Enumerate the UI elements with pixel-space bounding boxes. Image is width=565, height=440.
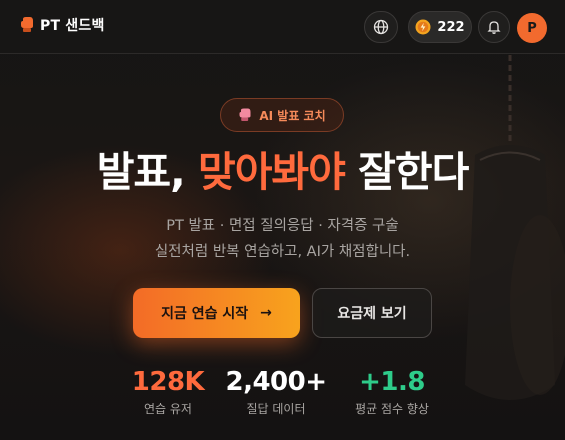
ai-coach-badge: AI 발표 코치 — [220, 98, 344, 132]
avatar[interactable]: P — [517, 13, 547, 43]
start-practice-label: 지금 연습 시작 — [161, 306, 249, 322]
coin-count: 222 — [437, 19, 465, 35]
stat-score-improvement-value: +1.8 — [359, 367, 425, 397]
view-pricing-label: 요금제 보기 — [337, 306, 407, 322]
language-button[interactable] — [364, 11, 398, 43]
coin-balance-button[interactable]: 222 — [408, 11, 472, 43]
stat-users: 128K 연습 유저 — [118, 366, 218, 417]
stat-users-label: 연습 유저 — [144, 402, 192, 416]
headline-accent: 맞아봐야 — [197, 148, 346, 196]
headline-part2: 잘한다 — [344, 148, 469, 196]
stat-qa-data-value: 2,400+ — [225, 367, 327, 397]
badge-label: AI 발표 코치 — [259, 108, 326, 123]
logo[interactable]: PT 샌드백 — [20, 15, 105, 35]
stat-users-value: 128K — [131, 367, 205, 397]
view-pricing-button[interactable]: 요금제 보기 — [312, 288, 432, 338]
top-navbar: PT 샌드백 222 P — [0, 0, 565, 54]
stat-score-improvement: +1.8 평균 점수 향상 — [337, 366, 447, 417]
stat-score-improvement-label: 평균 점수 향상 — [355, 402, 429, 416]
boxing-glove-icon — [21, 17, 33, 32]
hero-headline: 발표, 맞아봐야 잘한다 — [0, 142, 565, 202]
globe-icon — [373, 19, 389, 35]
coin-icon — [415, 19, 431, 35]
logo-text: PT 샌드백 — [40, 18, 105, 34]
subtitle-line-2: 실전처럼 반복 연습하고, AI가 채점합니다. — [154, 244, 411, 260]
subtitle-line-1: PT 발표 · 면접 질의응답 · 자격증 구술 — [166, 218, 399, 234]
boxing-glove-icon — [239, 108, 251, 121]
bell-icon — [487, 21, 501, 34]
arrow-right-icon: → — [260, 305, 272, 321]
stat-qa-data: 2,400+ 질답 데이터 — [220, 366, 332, 417]
stat-qa-data-label: 질답 데이터 — [246, 402, 306, 416]
notifications-button[interactable] — [478, 11, 510, 43]
start-practice-button[interactable]: 지금 연습 시작 → — [133, 288, 300, 338]
hero-subtitle: PT 발표 · 면접 질의응답 · 자격증 구술 실전처럼 반복 연습하고, A… — [0, 213, 565, 265]
headline-part1: 발표, — [96, 148, 198, 196]
